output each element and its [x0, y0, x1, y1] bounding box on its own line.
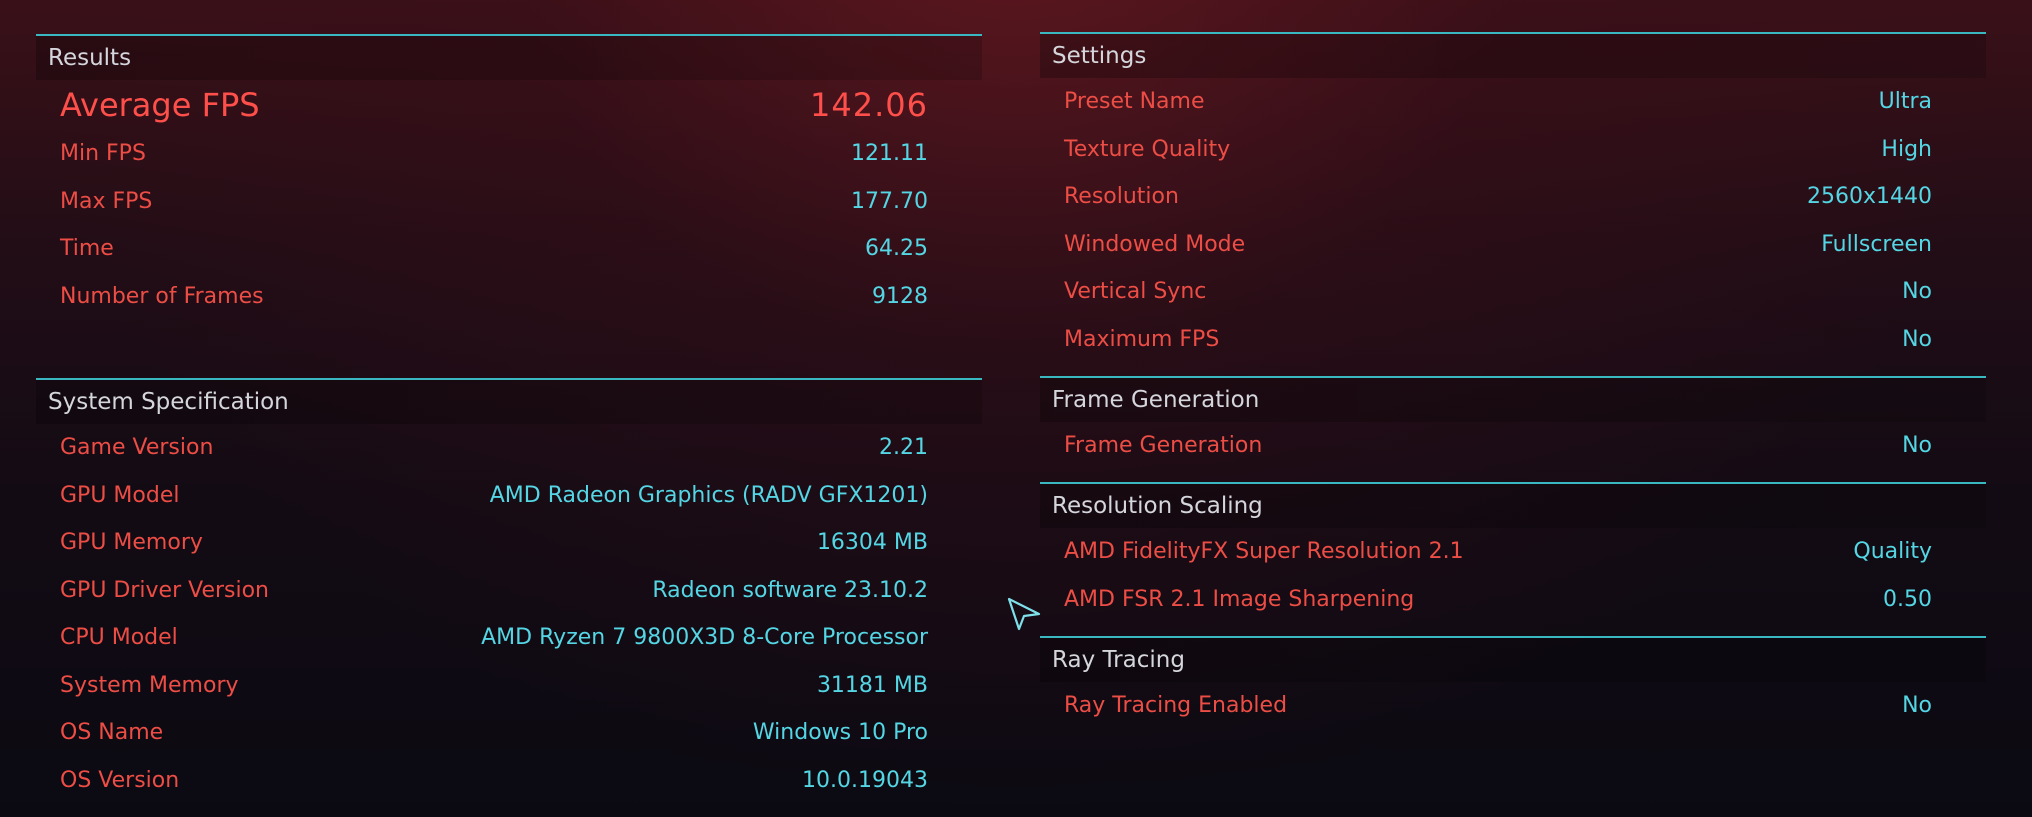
frames-label: Number of Frames — [60, 283, 264, 309]
min-fps-label: Min FPS — [60, 141, 146, 166]
resolution-label: Resolution — [1064, 184, 1179, 209]
os-name-value: Windows 10 Pro — [752, 720, 928, 745]
settings-row: Resolution 2560x1440 — [1040, 173, 1986, 221]
spec-row: GPU Memory 16304 MB — [36, 519, 982, 567]
preset-name-value: Ultra — [1878, 89, 1932, 114]
settings-row: Frame Generation No — [1040, 422, 1986, 470]
frame-generation-value: No — [1902, 433, 1932, 458]
preset-name-label: Preset Name — [1064, 89, 1205, 114]
os-version-label: OS Version — [60, 767, 180, 793]
frame-generation-header: Frame Generation — [1040, 376, 1986, 422]
spec-row: GPU Driver Version Radeon software 23.10… — [36, 567, 982, 615]
gpu-model-value: AMD Radeon Graphics (RADV GFX1201) — [489, 482, 928, 508]
results-row: Time 64.25 — [36, 225, 982, 273]
gpu-memory-value: 16304 MB — [816, 530, 928, 555]
average-fps-value: 142.06 — [810, 86, 928, 124]
settings-row: Vertical Sync No — [1040, 268, 1986, 316]
gpu-driver-label: GPU Driver Version — [60, 577, 269, 603]
min-fps-value: 121.11 — [851, 141, 928, 166]
settings-row: Windowed Mode Fullscreen — [1040, 221, 1986, 269]
os-name-label: OS Name — [60, 720, 164, 745]
resolution-value: 2560x1440 — [1807, 184, 1932, 209]
maximum-fps-label: Maximum FPS — [1064, 326, 1220, 352]
fsr-sharpening-label: AMD FSR 2.1 Image Sharpening — [1064, 586, 1415, 612]
texture-quality-value: High — [1881, 136, 1932, 162]
vertical-sync-label: Vertical Sync — [1064, 279, 1207, 304]
results-row: Max FPS 177.70 — [36, 178, 982, 226]
texture-quality-label: Texture Quality — [1064, 136, 1231, 162]
results-panel: Results Average FPS 142.06 Min FPS 121.1… — [36, 34, 982, 320]
results-header: Results — [36, 34, 982, 80]
system-spec-header: System Specification — [36, 378, 982, 424]
resolution-scaling-panel: Resolution Scaling AMD FidelityFX Super … — [1040, 482, 1986, 623]
frames-value: 9128 — [872, 283, 928, 309]
settings-panel: Settings Preset Name Ultra Texture Quali… — [1040, 32, 1986, 363]
spec-row: CPU Model AMD Ryzen 7 9800X3D 8-Core Pro… — [36, 614, 982, 662]
fsr-value: Quality — [1853, 539, 1932, 564]
spec-row: OS Version 10.0.19043 — [36, 757, 982, 805]
settings-row: Preset Name Ultra — [1040, 78, 1986, 126]
frame-generation-panel: Frame Generation Frame Generation No — [1040, 376, 1986, 470]
time-label: Time — [60, 236, 114, 261]
vertical-sync-value: No — [1902, 279, 1932, 304]
spec-row: GPU Model AMD Radeon Graphics (RADV GFX1… — [36, 472, 982, 520]
ray-tracing-enabled-label: Ray Tracing Enabled — [1064, 693, 1288, 718]
results-row: Min FPS 121.11 — [36, 130, 982, 178]
settings-header: Settings — [1040, 32, 1986, 78]
ray-tracing-enabled-value: No — [1902, 693, 1932, 718]
time-value: 64.25 — [865, 236, 928, 261]
game-version-label: Game Version — [60, 435, 214, 460]
gpu-memory-label: GPU Memory — [60, 530, 203, 555]
cpu-model-label: CPU Model — [60, 625, 178, 650]
system-memory-label: System Memory — [60, 672, 239, 698]
game-version-value: 2.21 — [879, 435, 928, 460]
settings-row: AMD FSR 2.1 Image Sharpening 0.50 — [1040, 576, 1986, 624]
settings-row: Maximum FPS No — [1040, 316, 1986, 364]
frame-generation-label: Frame Generation — [1064, 433, 1263, 458]
average-fps-row: Average FPS 142.06 — [36, 80, 982, 130]
system-memory-value: 31181 MB — [816, 672, 928, 698]
gpu-model-label: GPU Model — [60, 482, 180, 508]
settings-row: Ray Tracing Enabled No — [1040, 682, 1986, 730]
cpu-model-value: AMD Ryzen 7 9800X3D 8-Core Processor — [481, 625, 928, 650]
ray-tracing-panel: Ray Tracing Ray Tracing Enabled No — [1040, 636, 1986, 730]
windowed-mode-value: Fullscreen — [1821, 231, 1932, 257]
ray-tracing-header: Ray Tracing — [1040, 636, 1986, 682]
system-spec-panel: System Specification Game Version 2.21 G… — [36, 378, 982, 804]
os-version-value: 10.0.19043 — [802, 767, 928, 793]
max-fps-value: 177.70 — [851, 188, 928, 214]
maximum-fps-value: No — [1902, 326, 1932, 352]
fsr-label: AMD FidelityFX Super Resolution 2.1 — [1064, 539, 1464, 564]
spec-row: System Memory 31181 MB — [36, 662, 982, 710]
resolution-scaling-header: Resolution Scaling — [1040, 482, 1986, 528]
max-fps-label: Max FPS — [60, 188, 153, 214]
arrow-cursor-icon — [1007, 597, 1041, 631]
windowed-mode-label: Windowed Mode — [1064, 231, 1246, 257]
settings-row: Texture Quality High — [1040, 126, 1986, 174]
spec-row: Game Version 2.21 — [36, 424, 982, 472]
spec-row: OS Name Windows 10 Pro — [36, 709, 982, 757]
results-row: Number of Frames 9128 — [36, 273, 982, 321]
fsr-sharpening-value: 0.50 — [1883, 586, 1932, 612]
settings-row: AMD FidelityFX Super Resolution 2.1 Qual… — [1040, 528, 1986, 576]
average-fps-label: Average FPS — [60, 86, 260, 124]
gpu-driver-value: Radeon software 23.10.2 — [652, 577, 928, 603]
